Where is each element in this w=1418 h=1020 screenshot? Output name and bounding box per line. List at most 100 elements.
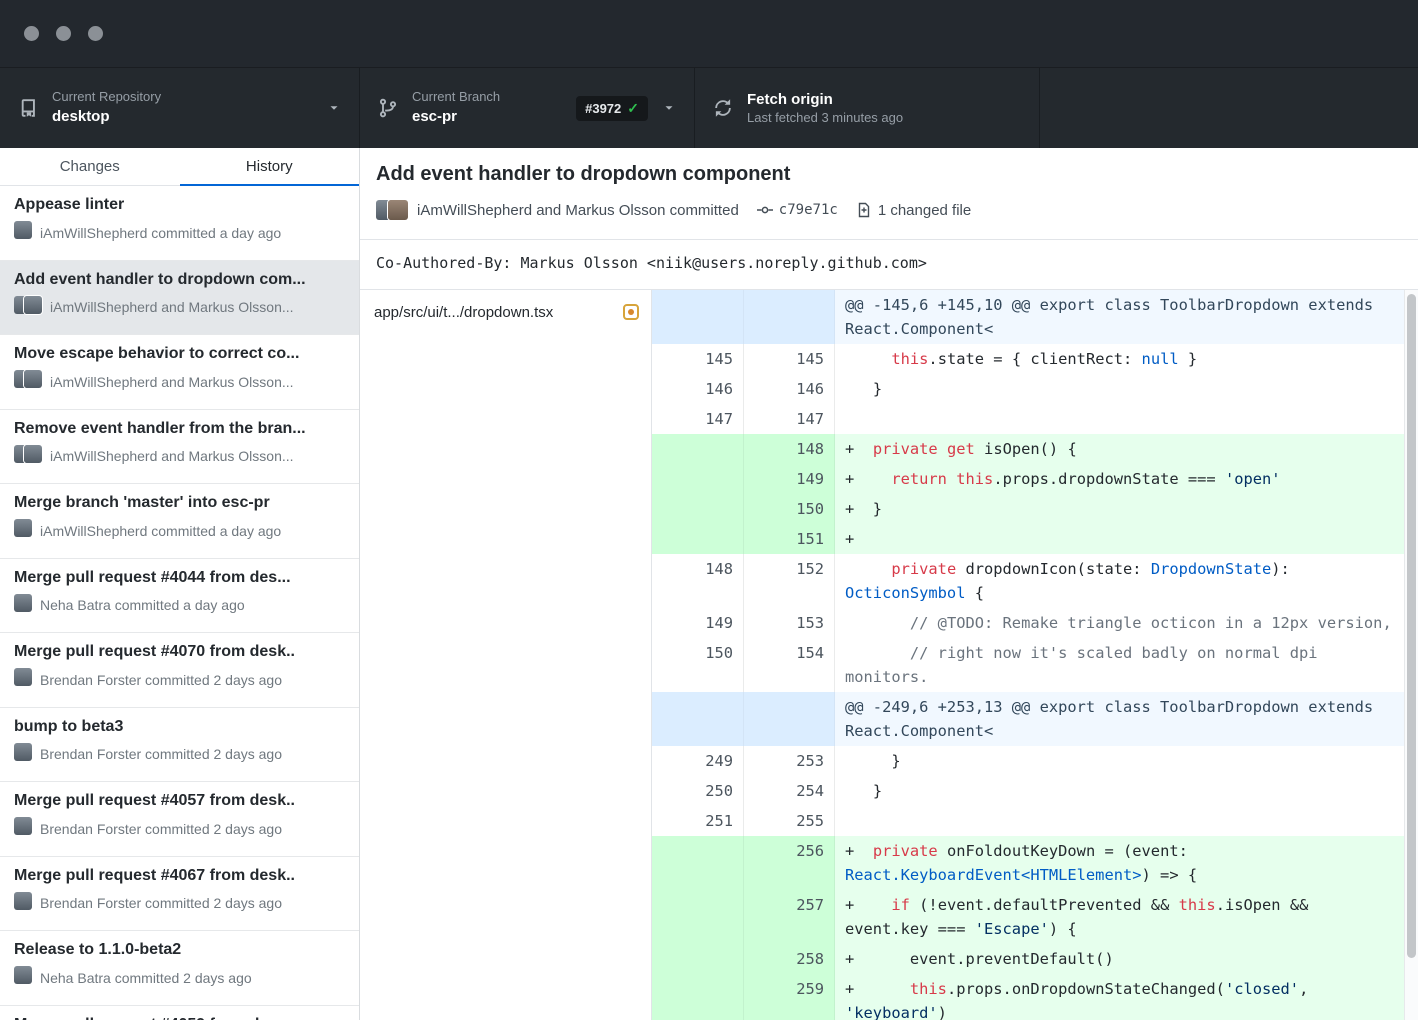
- repository-label: Current Repository: [52, 89, 161, 106]
- commit-title-heading: Add event handler to dropdown component: [376, 162, 1398, 187]
- avatar: [14, 668, 32, 686]
- new-line-number: 150: [744, 494, 835, 524]
- code-text: [835, 806, 1418, 836]
- pr-number: #3972: [585, 101, 621, 116]
- new-line-number: 154: [744, 638, 835, 692]
- avatar: [388, 200, 408, 220]
- toolbar: Current Repository desktop Current Branc…: [0, 68, 1418, 148]
- commit-meta-row: Brendan Forster committed 2 days ago: [14, 668, 345, 691]
- new-line-number: 146: [744, 374, 835, 404]
- commit-description: Co-Authored-By: Markus Olsson <niik@user…: [360, 240, 1418, 290]
- commit-list-item[interactable]: bump to beta3 Brendan Forster committed …: [0, 708, 359, 783]
- commit-list-item[interactable]: Move escape behavior to correct co... iA…: [0, 335, 359, 410]
- sidebar: Changes History Appease linter iAmWillSh…: [0, 148, 360, 1020]
- commit-list-item[interactable]: Merge pull request #4044 from des... Neh…: [0, 559, 359, 634]
- avatar: [14, 743, 32, 761]
- diff-line: 147147: [652, 404, 1418, 434]
- main-pane: Add event handler to dropdown component …: [360, 148, 1418, 1020]
- code-text: @@ -249,6 +253,13 @@ export class Toolba…: [835, 692, 1418, 746]
- commit-byline: iAmWillShepherd and Markus Olsson commit…: [417, 202, 739, 219]
- new-line-number: [744, 290, 835, 344]
- old-line-number: [652, 290, 744, 344]
- commit-list-item[interactable]: Merge pull request #4070 from desk.. Bre…: [0, 633, 359, 708]
- file-list-item[interactable]: app/src/ui/t.../dropdown.tsx: [360, 290, 651, 334]
- fetch-origin-button[interactable]: Fetch origin Last fetched 3 minutes ago: [695, 68, 1040, 148]
- close-window-button[interactable]: [24, 26, 39, 41]
- diff-line: 251255: [652, 806, 1418, 836]
- commit-list-item[interactable]: Remove event handler from the bran... iA…: [0, 410, 359, 485]
- old-line-number: 250: [652, 776, 744, 806]
- tab-changes[interactable]: Changes: [0, 148, 180, 186]
- titlebar: [0, 0, 1418, 68]
- commit-list-item[interactable]: Merge branch 'master' into esc-pr iAmWil…: [0, 484, 359, 559]
- old-line-number: 251: [652, 806, 744, 836]
- commit-list-item[interactable]: Add event handler to dropdown com... iAm…: [0, 261, 359, 336]
- new-line-number: [744, 692, 835, 746]
- diff-line: 148+ private get isOpen() {: [652, 434, 1418, 464]
- commit-meta: Brendan Forster committed 2 days ago: [40, 895, 282, 911]
- commit-title: Merge pull request #4057 from desk..: [14, 792, 345, 810]
- tab-history[interactable]: History: [180, 148, 360, 186]
- diff-line: 249253 }: [652, 746, 1418, 776]
- minimize-window-button[interactable]: [56, 26, 71, 41]
- avatar: [24, 445, 42, 463]
- diff-hunk-header: @@ -249,6 +253,13 @@ export class Toolba…: [652, 692, 1418, 746]
- diff-line: 149153 // @TODO: Remake triangle octicon…: [652, 608, 1418, 638]
- code-text: }: [835, 776, 1418, 806]
- code-text: @@ -145,6 +145,10 @@ export class Toolba…: [835, 290, 1418, 344]
- commit-title: Move escape behavior to correct co...: [14, 345, 345, 363]
- avatar: [24, 370, 42, 388]
- chevron-down-icon: [327, 101, 341, 115]
- commit-meta: Brendan Forster committed 2 days ago: [40, 746, 282, 762]
- diff-line: 259+ this.props.onDropdownStateChanged('…: [652, 974, 1418, 1020]
- commit-list-item[interactable]: Merge pull request #4057 from desk.. Bre…: [0, 782, 359, 857]
- diff-line: 149+ return this.props.dropdownState ===…: [652, 464, 1418, 494]
- commit-avatars: [14, 594, 32, 617]
- commit-list-item[interactable]: Release to 1.1.0-beta2 Neha Batra commit…: [0, 931, 359, 1006]
- commit-title: Merge pull request #4044 from des...: [14, 569, 345, 587]
- diff-scrollbar[interactable]: [1404, 290, 1418, 1020]
- commit-title: Merge pull request #4059 from des...: [14, 1016, 345, 1020]
- code-text: + private onFoldoutKeyDown = (event: Rea…: [835, 836, 1418, 890]
- commit-title: Merge pull request #4070 from desk..: [14, 643, 345, 661]
- commit-meta: iAmWillShepherd committed a day ago: [40, 225, 281, 241]
- commit-avatars: [14, 892, 32, 915]
- old-line-number: [652, 464, 744, 494]
- commit-title: Release to 1.1.0-beta2: [14, 941, 345, 959]
- code-text: + }: [835, 494, 1418, 524]
- new-line-number: 258: [744, 944, 835, 974]
- branch-picker-button[interactable]: Current Branch esc-pr #3972 ✓: [360, 68, 695, 148]
- commit-list-item[interactable]: Merge pull request #4059 from des...: [0, 1006, 359, 1020]
- repository-picker-button[interactable]: Current Repository desktop: [0, 68, 360, 148]
- avatar: [14, 966, 32, 984]
- commit-title: Appease linter: [14, 196, 345, 214]
- commit-list-item[interactable]: Appease linter iAmWillShepherd committed…: [0, 186, 359, 261]
- scrollbar-thumb[interactable]: [1407, 294, 1416, 958]
- changed-files-count: 1 changed file: [878, 202, 971, 219]
- branch-name: esc-pr: [412, 107, 500, 127]
- code-text: // @TODO: Remake triangle octicon in a 1…: [835, 608, 1418, 638]
- commit-title: Add event handler to dropdown com...: [14, 271, 345, 289]
- old-line-number: 149: [652, 608, 744, 638]
- git-branch-icon: [378, 97, 400, 119]
- file-list: app/src/ui/t.../dropdown.tsx: [360, 290, 652, 1020]
- diff-line: 150154 // right now it's scaled badly on…: [652, 638, 1418, 692]
- commit-list-item[interactable]: Merge pull request #4067 from desk.. Bre…: [0, 857, 359, 932]
- chevron-down-icon: [662, 101, 676, 115]
- check-icon: ✓: [627, 100, 639, 117]
- avatar: [24, 296, 42, 314]
- code-text: + this.props.onDropdownStateChanged('clo…: [835, 974, 1418, 1020]
- commit-meta: Brendan Forster committed 2 days ago: [40, 821, 282, 837]
- zoom-window-button[interactable]: [88, 26, 103, 41]
- commit-meta: Neha Batra committed a day ago: [40, 597, 245, 613]
- commit-meta-row: Neha Batra committed a day ago: [14, 594, 345, 617]
- old-line-number: [652, 692, 744, 746]
- old-line-number: [652, 944, 744, 974]
- commit-meta: Neha Batra committed 2 days ago: [40, 970, 252, 986]
- commit-sha[interactable]: c79e71c: [779, 202, 838, 218]
- git-commit-icon: [757, 202, 773, 218]
- commit-avatars: [14, 966, 32, 989]
- old-line-number: 145: [652, 344, 744, 374]
- new-line-number: 147: [744, 404, 835, 434]
- old-line-number: 146: [652, 374, 744, 404]
